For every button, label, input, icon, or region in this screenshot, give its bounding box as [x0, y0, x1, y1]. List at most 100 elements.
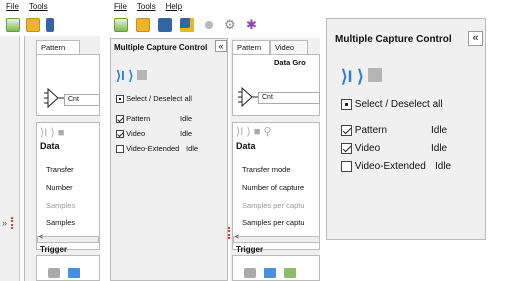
zoom-select-all[interactable]: Select / Deselect all: [341, 99, 443, 110]
cnt-input[interactable]: Cnt: [64, 94, 100, 106]
left-data-header: Data: [40, 141, 60, 151]
zoom-capture-controls: ⟩I ⟩: [341, 67, 383, 87]
zoom-capture-row-video-extended[interactable]: Video-Extended: [341, 161, 426, 172]
tab-pattern-label: Pattern: [41, 43, 66, 52]
mid-capture-row-video-extended[interactable]: Video-Extended: [116, 144, 180, 154]
scroll-left-arrow[interactable]: <: [39, 234, 43, 241]
left-trigger-header: Trigger: [40, 245, 68, 254]
video-extended-checkbox[interactable]: [116, 145, 124, 154]
select-all-label: Select / Deselect all: [354, 99, 443, 111]
left-toolbar: [6, 15, 54, 35]
capture-icon[interactable]: [48, 268, 60, 278]
pattern-checkbox[interactable]: [116, 115, 124, 124]
left-menubar: File Tools: [6, 0, 48, 13]
tab-pattern[interactable]: Pattern: [36, 40, 80, 54]
run-icon[interactable]: ⟩: [128, 68, 133, 83]
collapse-panel-button[interactable]: «: [215, 40, 227, 52]
stop-icon[interactable]: [137, 70, 148, 80]
open-folder-icon[interactable]: [26, 18, 40, 32]
logic-block-icon: [44, 87, 64, 109]
video-checkbox[interactable]: [116, 130, 124, 139]
pattern-status: Idle: [180, 114, 193, 123]
cnt-label: Cnt: [262, 94, 273, 101]
zoom-capture-row-pattern[interactable]: Pattern: [341, 125, 387, 136]
tab-pattern[interactable]: Pattern: [232, 40, 270, 54]
left-row-samples-2: Samples: [46, 218, 76, 227]
new-icon[interactable]: [114, 18, 128, 32]
mid-row-transfer-mode: Transfer mode: [242, 165, 291, 174]
video-label: Video: [126, 129, 146, 138]
zoomed-capture-panel: Multiple Capture Control « ⟩I ⟩ Select /…: [326, 18, 486, 240]
menu-file[interactable]: File: [6, 2, 19, 11]
pattern-checkbox[interactable]: [341, 125, 352, 136]
video-status: Idle: [431, 143, 448, 154]
menu-help[interactable]: Help: [166, 2, 182, 11]
mid-capture-controls: ⟩I ⟩: [116, 68, 148, 84]
save-icon[interactable]: [46, 18, 54, 32]
left-collapsed-strip: [0, 36, 20, 281]
scroll-left-arrow[interactable]: <: [235, 234, 239, 241]
pattern-label: Pattern: [126, 114, 151, 123]
export-icon[interactable]: [264, 268, 276, 278]
mid-select-all[interactable]: Select / Deselect all: [116, 94, 192, 104]
mid-h-scrollbar[interactable]: <: [233, 234, 320, 243]
export-icon[interactable]: [68, 268, 80, 278]
mid-window: File Tools Help ⚙ ✱ Multiple Capture Con…: [106, 0, 320, 281]
mid-menubar: File Tools Help: [114, 0, 182, 13]
mid-capture-row-video[interactable]: Video: [116, 129, 146, 139]
new-icon[interactable]: [6, 18, 20, 32]
chart-icon[interactable]: [284, 268, 296, 278]
mid-row-number-of-capture: Number of capture: [242, 183, 305, 192]
mid-playback-controls[interactable]: ⟩I ⟩ ■ ⚲: [236, 125, 272, 138]
logic-block-icon: [238, 86, 258, 108]
cnt-label: Cnt: [68, 96, 79, 103]
data-group-header: Data Gro: [274, 58, 306, 67]
mid-row-samples-1: Samples per captu: [242, 201, 305, 210]
save-as-icon[interactable]: [180, 18, 194, 32]
settings-icon[interactable]: ⚙: [224, 18, 238, 32]
tab-video-label: Video: [275, 43, 295, 52]
save-icon[interactable]: [158, 18, 172, 32]
open-folder-icon[interactable]: [136, 18, 150, 32]
left-row-transfer: Transfer: [46, 165, 74, 174]
zoom-capture-row-video[interactable]: Video: [341, 143, 380, 154]
video-checkbox[interactable]: [341, 143, 352, 154]
cnt-input[interactable]: Cnt: [258, 92, 320, 104]
select-all-checkbox[interactable]: [116, 95, 124, 104]
video-label: Video: [354, 143, 381, 155]
menu-file[interactable]: File: [114, 2, 127, 11]
left-window: File Tools » Pattern Cnt ⟩I ⟩ ■ Data Tra…: [0, 0, 100, 281]
zoom-collapse-button[interactable]: «: [468, 31, 483, 46]
plugin-icon[interactable]: ✱: [246, 18, 260, 32]
zoom-panel-title: Multiple Capture Control: [335, 34, 452, 45]
video-extended-checkbox[interactable]: [341, 161, 352, 172]
stop-icon[interactable]: [368, 68, 383, 82]
mid-trigger-header: Trigger: [236, 245, 264, 254]
left-playback-controls[interactable]: ⟩I ⟩ ■: [40, 126, 64, 139]
collapse-glyph: «: [472, 32, 479, 44]
run-icon[interactable]: ⟩: [357, 67, 364, 86]
mid-data-header: Data: [236, 141, 256, 151]
pattern-label: Pattern: [354, 125, 388, 137]
video-extended-status: Idle: [435, 161, 452, 172]
tab-video[interactable]: Video: [270, 40, 308, 54]
splitter-handle[interactable]: [11, 217, 14, 229]
left-row-number: Number: [46, 183, 73, 192]
run-all-icon[interactable]: ⟩I: [341, 67, 352, 86]
mid-panel-title: Multiple Capture Control: [114, 43, 208, 52]
collapse-glyph: «: [218, 41, 224, 51]
tab-pattern-label: Pattern: [237, 43, 262, 52]
menu-tools[interactable]: Tools: [137, 2, 156, 11]
select-all-label: Select / Deselect all: [126, 94, 192, 103]
capture-icon[interactable]: [244, 268, 256, 278]
video-extended-label: Video-Extended: [126, 144, 180, 153]
expand-panel-button[interactable]: »: [2, 218, 7, 228]
connect-icon[interactable]: [202, 18, 216, 32]
left-h-scrollbar[interactable]: <: [37, 234, 99, 243]
video-status: Idle: [180, 129, 193, 138]
select-all-checkbox[interactable]: [341, 99, 352, 110]
menu-tools[interactable]: Tools: [29, 2, 48, 11]
run-all-icon[interactable]: ⟩I: [116, 68, 125, 83]
mid-capture-row-pattern[interactable]: Pattern: [116, 114, 151, 124]
video-extended-status: Idle: [186, 144, 199, 153]
